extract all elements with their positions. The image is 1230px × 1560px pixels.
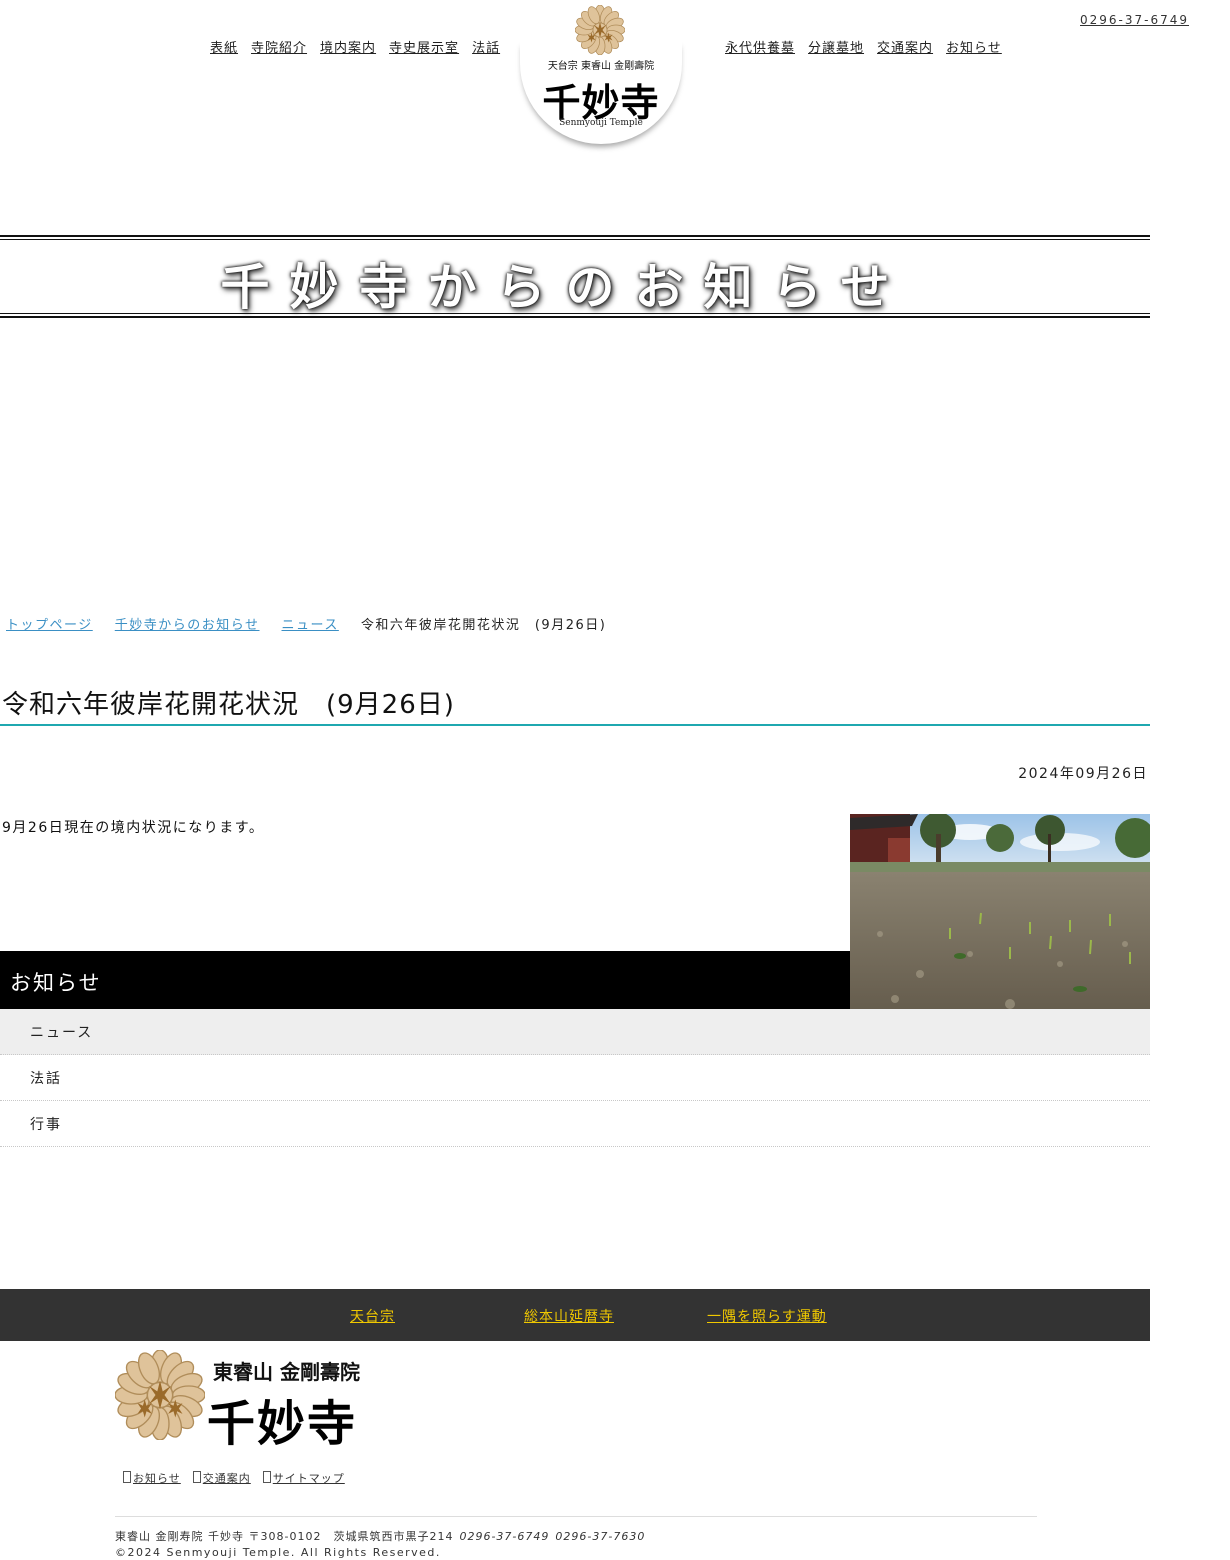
footer-link-tendai[interactable]: 天台宗 [350,1306,395,1326]
category-item-news[interactable]: ニュース [0,1009,1150,1055]
banner-bottom-rule-thin [0,313,1150,314]
link-bullet-icon [192,1471,201,1483]
header-phone-link[interactable]: 0296-37-6749 [1080,13,1189,27]
breadcrumb-link-top[interactable]: トップページ [6,614,93,633]
link-bullet-icon [262,1471,271,1483]
news-category-list: ニュース 法話 行事 [0,1009,1150,1147]
site-logo[interactable]: 天台宗 東睿山 金剛壽院 千妙寺 Senmyouji Temple [518,0,684,148]
footer-logo-subtitle: 東睿山 金剛壽院 [213,1360,360,1384]
footer-link-ichigu[interactable]: 一隅を照らす運動 [707,1306,827,1326]
nav-link-access[interactable]: 交通案内 [877,37,933,56]
footer-fax: 0296-37-7630 [555,1530,646,1543]
footer-logo-name: 千妙寺 [207,1396,358,1452]
nav-link-about[interactable]: 寺院紹介 [251,37,307,56]
footer-sub-link-sitemap-label: サイトマップ [272,1472,345,1485]
breadcrumb-link-news[interactable]: ニュース [282,614,339,633]
footer-address-text: 東睿山 金剛寿院 千妙寺 〒308-0102 茨城県筑西市黒子214 [115,1530,454,1543]
nav-link-grounds[interactable]: 境内案内 [320,37,376,56]
nav-link-sermon[interactable]: 法話 [472,37,500,56]
nav-link-cemetery[interactable]: 分譲墓地 [808,37,864,56]
main-nav-left: 表紙 寺院紹介 境内案内 寺史展示室 法話 [210,37,500,56]
footer-sub-link-access-label: 交通案内 [202,1472,251,1485]
breadcrumb-link-news-index[interactable]: 千妙寺からのお知らせ [115,614,260,633]
article-date: 2024年09月26日 [1018,766,1148,782]
category-item-sermon[interactable]: 法話 [0,1055,1150,1101]
article-title-rule [0,724,1150,726]
footer-divider [115,1516,1037,1517]
nav-link-history[interactable]: 寺史展示室 [389,37,459,56]
logo-subtitle: 天台宗 東睿山 金剛壽院 [547,61,655,72]
footer-sub-link-access[interactable]: 交通案内 [192,1470,251,1486]
article-title: 令和六年彼岸花開花状況 (9月26日) [2,690,455,720]
footer-copyright: ©2024 Senmyouji Temple. All Rights Reser… [115,1546,441,1559]
footer-address: 東睿山 金剛寿院 千妙寺 〒308-0102 茨城県筑西市黒子214 0296-3… [115,1528,645,1544]
footer-tel[interactable]: 0296-37-6749 [459,1530,549,1543]
chrysanthemum-crest-icon [575,5,625,55]
breadcrumb-current: 令和六年彼岸花開花状況 (9月26日) [360,618,607,633]
banner-top-rule-thin [0,239,1150,240]
page-banner-title: 千妙寺からのお知らせ [220,259,910,316]
footer-sub-link-sitemap[interactable]: サイトマップ [262,1470,345,1486]
temple-grounds-photo [850,814,1150,1039]
nav-link-cover[interactable]: 表紙 [210,37,238,56]
footer-sub-links: お知らせ 交通案内 サイトマップ [123,1470,345,1486]
article-body-text: 9月26日現在の境内状況になります。 [2,820,265,836]
banner-top-rule-thick [0,235,1150,237]
footer-sub-link-news-label: お知らせ [133,1472,181,1485]
category-item-events[interactable]: 行事 [0,1101,1150,1147]
banner-bottom-rule-thick [0,316,1150,318]
footer-link-enryakuji[interactable]: 総本山延暦寺 [524,1306,614,1326]
footer-chrysanthemum-crest-icon [115,1350,205,1440]
logo-english-name: Senmyouji Temple [559,118,643,128]
nav-link-news[interactable]: お知らせ [946,37,1002,56]
footer-sub-link-news[interactable]: お知らせ [123,1470,181,1486]
main-nav-right: 永代供養墓 分譲墓地 交通案内 お知らせ [725,37,1002,56]
breadcrumb: トップページ 千妙寺からのお知らせ ニュース 令和六年彼岸花開花状況 (9月26… [6,614,606,633]
article-photo[interactable] [850,814,1150,1039]
nav-link-perpetual-grave[interactable]: 永代供養墓 [725,37,795,56]
news-category-heading: お知らせ [0,951,850,1009]
footer-logo[interactable]: 東睿山 金剛壽院 千妙寺 [115,1350,385,1452]
link-bullet-icon [123,1471,131,1483]
